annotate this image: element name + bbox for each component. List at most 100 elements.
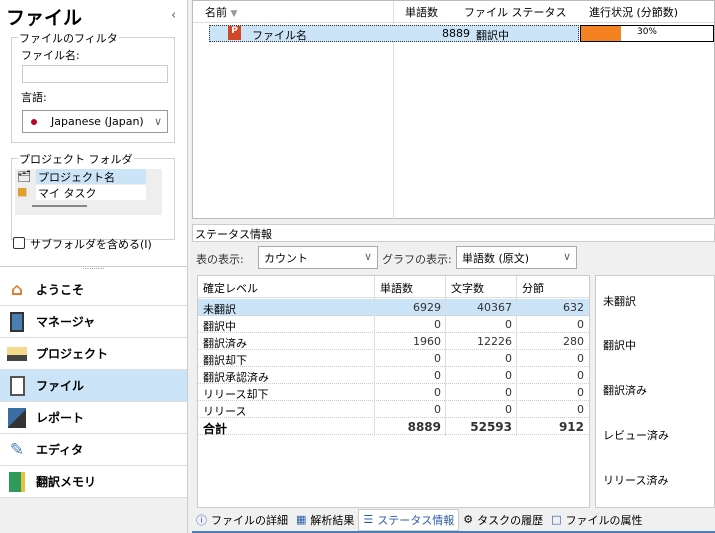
chevron-left-icon[interactable]: ‹ xyxy=(171,8,176,23)
home-icon: ⌂ xyxy=(10,279,24,300)
nav-translation-memory[interactable]: 翻訳メモリ xyxy=(0,466,187,498)
tab-task-history[interactable]: ⚙ タスクの履歴 xyxy=(459,509,547,531)
tab-file-details[interactable]: ⓘ ファイルの詳細 xyxy=(192,509,292,531)
cell: リリース xyxy=(203,405,247,418)
nav-manager[interactable]: マネージャ xyxy=(0,306,187,338)
chevron-down-icon: ∨ xyxy=(562,250,571,263)
sidebar-title: ファイル xyxy=(6,7,83,29)
cell: 0 xyxy=(577,403,584,416)
table-header: 確定レベル 単語数 文字数 分節 xyxy=(198,276,589,298)
tab-status-info[interactable]: ☰ ステータス情報 xyxy=(358,508,460,531)
table-row[interactable]: リリース却下 0 0 0 xyxy=(198,384,589,401)
cell: 0 xyxy=(577,318,584,331)
tree-item-my-tasks[interactable]: マイ タスク xyxy=(36,185,146,200)
file-list: 名前 ▼ 単語数 ファイル ステータス 進行状況 (分節数) P ファイル名 8… xyxy=(192,0,715,219)
col-level: 確定レベル xyxy=(203,282,258,295)
table-view-select[interactable]: カウント ∨ xyxy=(258,246,378,269)
col-chars: 文字数 xyxy=(451,282,484,295)
nav-label: レポート xyxy=(36,411,85,425)
table-row[interactable]: 翻訳中 0 0 0 xyxy=(198,316,589,333)
cell: 翻訳済み xyxy=(203,337,247,350)
include-subfolders-checkbox[interactable] xyxy=(13,237,25,249)
code-file-icon: □ xyxy=(551,513,562,526)
cell: 1960 xyxy=(413,335,441,348)
table-row[interactable]: 翻訳済み 1960 12226 280 xyxy=(198,333,589,350)
cell: 0 xyxy=(505,403,512,416)
nav-footer xyxy=(0,498,187,533)
nav-label: ようこそ xyxy=(36,283,85,297)
manager-icon xyxy=(6,311,28,333)
table-row[interactable]: 翻訳承認済み 0 0 0 xyxy=(198,367,589,384)
cell: 8889 xyxy=(407,420,441,434)
cell: 翻訳中 xyxy=(203,320,236,333)
file-row[interactable]: P ファイル名 8889 翻訳中 xyxy=(209,25,579,42)
tree-item-project[interactable]: プロジェクト名 xyxy=(36,169,146,184)
folder-icon: 🗂 xyxy=(17,170,31,183)
info-icon: ⓘ xyxy=(196,513,207,527)
table-row[interactable]: 翻訳却下 0 0 0 xyxy=(198,350,589,367)
col-segments: 分節 xyxy=(522,282,544,295)
project-folder-label: プロジェクト フォルダ xyxy=(18,151,134,167)
bottom-tabs: ⓘ ファイルの詳細 ▦ 解析結果 ☰ ステータス情報 ⚙ タスクの履歴 □ ファイルの属性 xyxy=(192,508,715,531)
col-words: 単語数 xyxy=(380,282,413,295)
status-title: ステータス情報 xyxy=(192,224,715,242)
chart-label: 未翻訳 xyxy=(603,295,636,308)
column-progress[interactable]: 進行状況 (分節数) xyxy=(589,4,678,20)
folder-icon xyxy=(6,343,28,365)
japan-flag-icon xyxy=(31,118,37,125)
cell: 12226 xyxy=(477,335,512,348)
splitter-handle[interactable]: ·········· xyxy=(0,266,187,273)
nav-label: プロジェクト xyxy=(36,347,109,361)
cell: 6929 xyxy=(413,301,441,314)
file-name-label: ファイル名: xyxy=(21,49,80,62)
cell: 0 xyxy=(505,386,512,399)
table-row[interactable]: リリース 0 0 0 xyxy=(198,401,589,418)
total-row[interactable]: 合計 8889 52593 912 xyxy=(198,418,589,436)
tab-file-attributes[interactable]: □ ファイルの属性 xyxy=(547,509,646,531)
cell: 0 xyxy=(434,403,441,416)
cell: 0 xyxy=(434,318,441,331)
nav-project[interactable]: プロジェクト xyxy=(0,338,187,370)
chart-label: 翻訳済み xyxy=(603,384,647,397)
chart-label: 翻訳中 xyxy=(603,339,636,352)
tab-analysis[interactable]: ▦ 解析結果 xyxy=(292,509,358,531)
divider xyxy=(445,276,446,436)
filter-group-label: ファイルのフィルタ xyxy=(18,30,119,46)
file-name-input[interactable] xyxy=(22,65,168,83)
project-tree: 🗂 プロジェクト名 ■ マイ タスク xyxy=(15,169,162,215)
tab-label: ファイルの属性 xyxy=(565,513,643,527)
column-words[interactable]: 単語数 xyxy=(405,4,438,20)
column-name[interactable]: 名前 ▼ xyxy=(205,4,237,20)
graph-view-label: グラフの表示: xyxy=(382,253,452,266)
nav-welcome[interactable]: ⌂ ようこそ xyxy=(0,274,187,306)
analysis-icon: ▦ xyxy=(296,513,307,526)
cell: リリース却下 xyxy=(203,388,269,401)
cell: 52593 xyxy=(470,420,512,434)
report-icon xyxy=(6,407,28,429)
nav-editor[interactable]: ✎ エディタ xyxy=(0,434,187,466)
graph-view-value: 単語数 (原文) xyxy=(462,252,530,265)
cell: 0 xyxy=(434,386,441,399)
column-status[interactable]: ファイル ステータス xyxy=(464,4,567,20)
cell: 912 xyxy=(558,420,584,434)
nav-label: 翻訳メモリ xyxy=(36,475,97,489)
cell: 280 xyxy=(563,335,584,348)
nav-report[interactable]: レポート xyxy=(0,402,187,434)
pencil-icon: ✎ xyxy=(9,439,25,460)
table-view-value: カウント xyxy=(264,252,308,265)
file-status: 翻訳中 xyxy=(476,29,509,42)
status-table: 確定レベル 単語数 文字数 分節 未翻訳 6929 40367 632 翻訳中 0 0 0 翻訳… xyxy=(197,275,590,508)
divider xyxy=(516,276,517,436)
table-row[interactable]: 未翻訳 6929 40367 632 xyxy=(198,299,589,316)
nav-label: ファイル xyxy=(36,379,85,393)
horizontal-scrollbar[interactable] xyxy=(32,205,87,207)
include-subfolders-label: サブフォルダを含める(I) xyxy=(30,238,152,251)
graph-view-select[interactable]: 単語数 (原文) ∨ xyxy=(456,246,577,269)
gear-icon: ⚙ xyxy=(463,513,474,526)
cell: 0 xyxy=(434,352,441,365)
nav-file[interactable]: ファイル xyxy=(0,370,187,402)
cell: 翻訳承認済み xyxy=(203,371,269,384)
file-name: ファイル名 xyxy=(252,29,307,42)
chevron-down-icon: ∨ xyxy=(363,250,372,263)
language-select[interactable]: Japanese (Japan) ∨ xyxy=(22,110,168,133)
